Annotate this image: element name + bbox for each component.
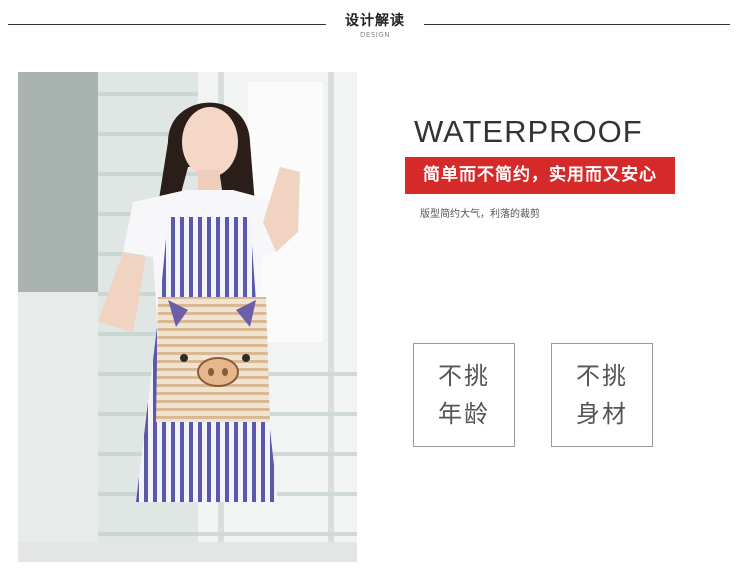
section-title: 设计解读 — [345, 13, 405, 29]
header-divider-right — [424, 24, 730, 25]
feature-box-figure: 不挑 身材 — [551, 343, 653, 447]
feature-line: 身材 — [576, 400, 628, 428]
product-photo — [18, 72, 357, 562]
header-divider-left — [8, 24, 326, 25]
feature-box-age: 不挑 年龄 — [413, 343, 515, 447]
feature-line: 不挑 — [576, 362, 628, 390]
section-subtitle: DESIGN — [360, 31, 390, 39]
feature-line: 不挑 — [438, 362, 490, 390]
feature-line: 年龄 — [438, 400, 490, 428]
headline: WATERPROOF — [414, 114, 643, 149]
slogan-banner: 简单而不简约，实用而又安心 — [405, 157, 675, 194]
tagline: 版型简约大气，利落的裁剪 — [420, 209, 540, 220]
